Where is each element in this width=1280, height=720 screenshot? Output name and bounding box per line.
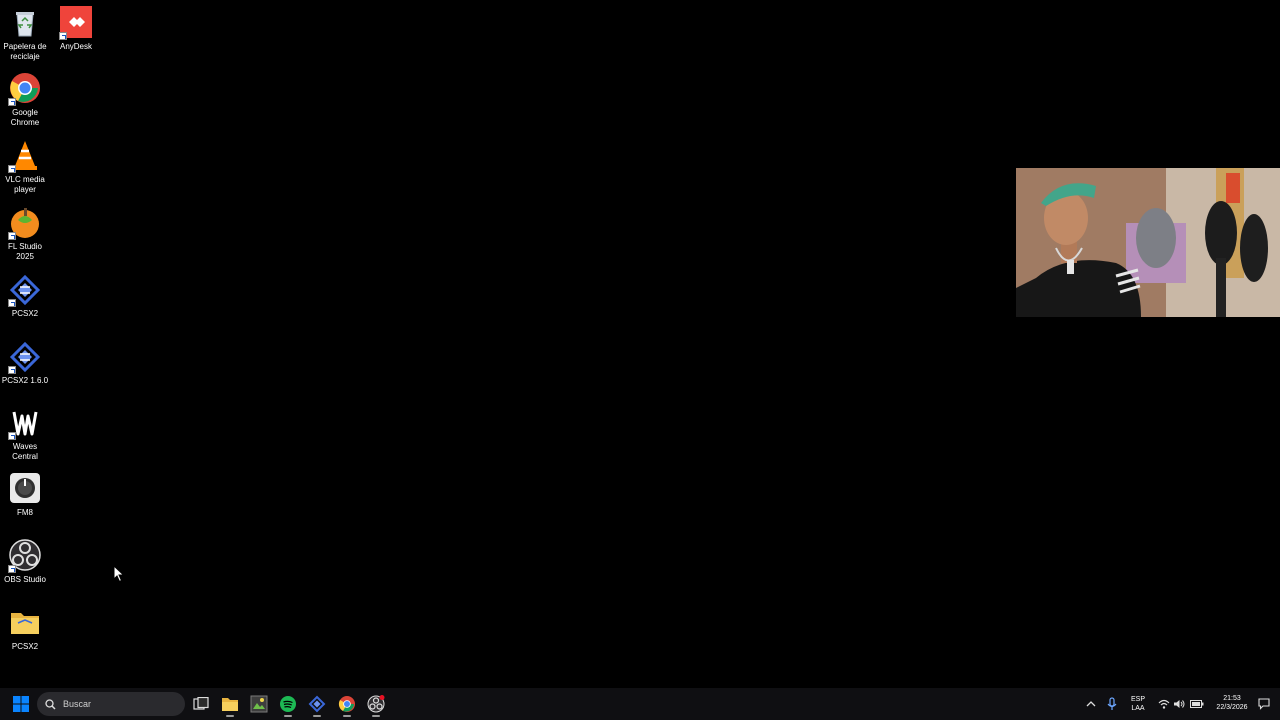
desktop-icon-pcsx2-folder[interactable]: PCSX2	[0, 606, 50, 652]
shortcut-arrow-icon	[8, 232, 16, 240]
task-view-button[interactable]	[187, 690, 215, 718]
shortcut-arrow-icon	[8, 98, 16, 106]
clock[interactable]: 21:53 22/3/2026	[1210, 694, 1254, 712]
desktop-icon-vlc[interactable]: VLC media player	[0, 139, 50, 195]
running-indicator	[226, 715, 234, 717]
shortcut-arrow-icon	[8, 299, 16, 307]
taskbar-search-box[interactable]: Buscar	[37, 692, 185, 716]
desktop-icon-label: Waves Central	[12, 442, 38, 461]
input-language-indicator[interactable]: ESP LAA	[1126, 695, 1150, 713]
clock-date: 22/3/2026	[1216, 704, 1248, 711]
desktop-icon-recycle-bin[interactable]: Papelera de reciclaje	[0, 6, 50, 62]
keyboard-layout-code: LAA	[1131, 705, 1145, 712]
taskbar-file-explorer[interactable]	[216, 690, 244, 718]
anydesk-icon	[59, 6, 93, 40]
mouse-cursor-icon	[113, 564, 125, 583]
search-placeholder: Buscar	[63, 699, 92, 709]
recycle-bin-icon	[8, 6, 42, 40]
running-indicator	[372, 715, 380, 717]
pcsx2-icon	[8, 273, 42, 307]
desktop-icon-label: VLC media player	[5, 175, 45, 194]
image-app-icon	[250, 695, 268, 713]
task-view-icon	[193, 697, 209, 710]
search-icon	[45, 698, 56, 710]
taskbar-pcsx2[interactable]	[303, 690, 331, 718]
taskbar-obs[interactable]	[362, 690, 390, 718]
desktop-icon-label: AnyDesk	[59, 42, 92, 51]
folder-icon	[8, 606, 42, 640]
fm8-icon	[8, 472, 42, 506]
language-code: ESP	[1130, 696, 1145, 703]
desktop-icon-label: OBS Studio	[4, 575, 46, 584]
shortcut-arrow-icon	[59, 32, 67, 40]
notification-icon	[1258, 698, 1270, 710]
desktop-icon-anydesk[interactable]: AnyDesk	[51, 6, 101, 52]
taskbar: Buscar ESP LAA 21:53 22/3/2026	[0, 688, 1280, 720]
desktop-icon-label: Papelera de reciclaje	[3, 42, 47, 61]
notification-center-button[interactable]	[1250, 690, 1278, 718]
vlc-icon	[8, 139, 42, 173]
shortcut-arrow-icon	[8, 565, 16, 573]
running-indicator	[313, 715, 321, 717]
chevron-up-icon	[1086, 701, 1096, 707]
pcsx2-icon	[8, 340, 42, 374]
desktop-icon-chrome[interactable]: Google Chrome	[0, 72, 50, 128]
desktop-icon-label: FL Studio 2025	[8, 242, 42, 261]
desktop-icon-fm8[interactable]: FM8	[0, 472, 50, 518]
microphone-icon	[1107, 697, 1117, 710]
shortcut-arrow-icon	[8, 165, 16, 173]
taskbar-image-app[interactable]	[245, 690, 273, 718]
microphone-button[interactable]	[1098, 690, 1126, 718]
webcam-overlay	[1016, 168, 1280, 317]
desktop-icon-pcsx2[interactable]: PCSX2	[0, 273, 50, 319]
spotify-icon	[280, 696, 296, 712]
desktop: Papelera de reciclaje AnyDesk Google Chr…	[0, 0, 1280, 688]
shortcut-arrow-icon	[8, 432, 16, 440]
fl-studio-icon	[8, 206, 42, 240]
folder-icon	[222, 698, 238, 711]
obs-icon	[8, 539, 42, 573]
desktop-icon-label: PCSX2 1.6.0	[1, 376, 49, 385]
windows-logo-icon	[13, 696, 29, 712]
desktop-icon-label: Google Chrome	[10, 108, 40, 127]
waves-icon	[8, 406, 42, 440]
desktop-icon-pcsx2-160[interactable]: PCSX2 1.6.0	[0, 340, 50, 386]
taskbar-spotify[interactable]	[274, 690, 302, 718]
running-indicator	[343, 715, 351, 717]
battery-button[interactable]	[1183, 690, 1211, 718]
desktop-icon-obs[interactable]: OBS Studio	[0, 539, 50, 585]
taskbar-chrome[interactable]	[333, 690, 361, 718]
battery-icon	[1190, 700, 1204, 708]
shortcut-arrow-icon	[8, 366, 16, 374]
obs-icon	[367, 695, 385, 713]
clock-time: 21:53	[1223, 695, 1241, 702]
start-button[interactable]	[7, 690, 35, 718]
desktop-icon-label: FM8	[17, 508, 33, 517]
desktop-icon-waves-central[interactable]: Waves Central	[0, 406, 50, 462]
desktop-icon-label: PCSX2	[11, 309, 39, 318]
running-indicator	[284, 715, 292, 717]
desktop-icon-fl-studio[interactable]: FL Studio 2025	[0, 206, 50, 262]
chrome-icon	[338, 696, 355, 712]
desktop-icon-label: PCSX2	[11, 642, 39, 651]
pcsx2-icon	[308, 695, 326, 713]
chrome-icon	[8, 72, 42, 106]
